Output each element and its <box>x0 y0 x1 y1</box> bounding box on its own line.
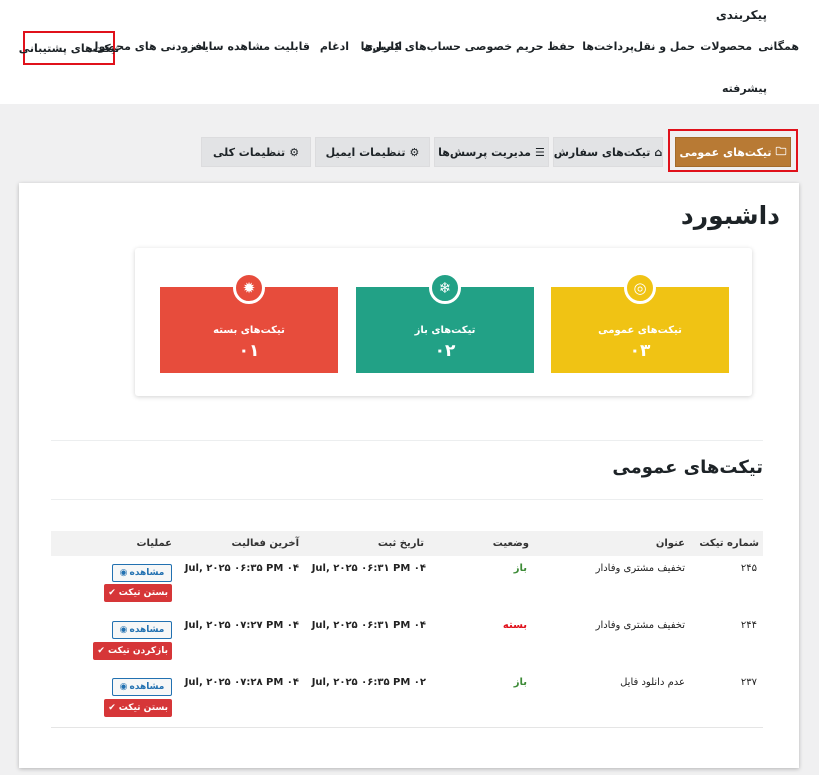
active-tab-highlight <box>668 129 798 172</box>
tickets-title: تیکت‌های عمومی <box>612 457 763 478</box>
eye-icon: ◉ <box>119 568 128 578</box>
last-activity: Jul, ۲۰۲۵ ۰۷:۲۸ PM ۰۴ <box>184 677 299 688</box>
dashboard-title: داشبورد <box>680 201 780 230</box>
status-badge: بسته <box>502 620 527 631</box>
tab-label: تنظیمات ایمیل <box>325 145 406 159</box>
status-badge: باز <box>513 677 527 688</box>
status-badge: باز <box>513 563 527 574</box>
stat-value: ۰۳ <box>629 341 651 361</box>
nav-products[interactable]: محصولات <box>700 40 752 53</box>
nav-emails[interactable]: ایمیل‌ها <box>361 40 402 53</box>
reopen-ticket-button[interactable]: بازکردن تیکت ✔ <box>93 642 172 660</box>
close-ticket-label: بستن تیکت <box>118 588 168 598</box>
tab-label: تنظیمات کلی <box>212 145 286 159</box>
stat-value: ۰۲ <box>434 341 456 361</box>
check-icon: ✔ <box>97 646 105 656</box>
basket-icon: ⌂ <box>654 145 663 159</box>
created-date: Jul, ۲۰۲۵ ۰۶:۳۱ PM ۰۴ <box>311 620 426 631</box>
nav-payments[interactable]: پرداخت‌ها <box>582 40 634 53</box>
view-button-label: مشاهده <box>129 682 165 692</box>
nav-integration[interactable]: ادغام <box>320 40 349 53</box>
reopen-ticket-label: بازکردن تیکت <box>107 646 168 656</box>
col-last-activity: آخرین فعالیت <box>231 538 299 549</box>
close-ticket-button[interactable]: بستن تیکت ✔ <box>104 584 172 602</box>
gears-icon: ⚙ <box>409 145 420 159</box>
view-button-label: مشاهده <box>129 625 165 635</box>
tab-label: مدیریت پرسش‌ها <box>438 145 531 159</box>
check-icon: ✔ <box>108 703 116 713</box>
view-button-label: مشاهده <box>129 568 165 578</box>
ticket-id: ۲۳۷ <box>740 677 757 688</box>
tab-label: تیکت‌های سفارش <box>553 145 651 159</box>
nav-support-tickets-label: تیکت‌های پشتیبانی <box>18 41 120 55</box>
tab-email-settings[interactable]: ⚙ تنظیمات ایمیل <box>315 137 430 167</box>
col-actions: عملیات <box>136 538 172 549</box>
nav-site-visibility[interactable]: قابلیت مشاهده سایت <box>193 40 310 53</box>
last-activity: Jul, ۲۰۲۵ ۰۶:۳۵ PM ۰۴ <box>184 563 299 574</box>
gears-icon: ⚙ <box>289 145 300 159</box>
ticket-subject[interactable]: تخفیف مشتری وفادار <box>596 563 685 574</box>
view-button[interactable]: مشاهده ◉ <box>112 678 172 696</box>
tab-manage-questions[interactable]: ☰ مدیریت پرسش‌ها <box>434 137 549 167</box>
tab-order-tickets[interactable]: ⌂ تیکت‌های سفارش <box>553 137 663 167</box>
nav-support-tickets[interactable]: تیکت‌های پشتیبانی <box>19 31 119 65</box>
eye-icon: ◉ <box>119 682 128 692</box>
col-subject: عنوان <box>655 538 685 549</box>
last-activity: Jul, ۲۰۲۵ ۰۷:۲۷ PM ۰۴ <box>184 620 299 631</box>
close-ticket-button[interactable]: بستن تیکت ✔ <box>104 699 172 717</box>
stat-label: تیکت‌های عمومی <box>598 325 682 336</box>
gear-icon: ✹ <box>233 272 265 304</box>
created-date: Jul, ۲۰۲۵ ۰۶:۳۵ PM ۰۲ <box>311 677 426 688</box>
ticket-subject[interactable]: عدم دانلود فایل <box>620 677 685 688</box>
eye-icon: ◉ <box>119 625 128 635</box>
col-created: تاریخ ثبت <box>377 538 424 549</box>
snowflake-icon: ❄ <box>429 272 461 304</box>
divider <box>51 499 763 500</box>
stat-value: ۰۱ <box>238 341 260 361</box>
divider <box>51 440 763 441</box>
stat-label: تیکت‌های بسته <box>213 325 285 336</box>
check-icon: ✔ <box>108 588 116 598</box>
ticket-id: ۲۴۵ <box>740 563 757 574</box>
page-title: پیکربندی <box>715 8 767 22</box>
nav-general[interactable]: همگانی <box>758 40 799 53</box>
view-button[interactable]: مشاهده ◉ <box>112 564 172 582</box>
view-button[interactable]: مشاهده ◉ <box>112 621 172 639</box>
close-ticket-label: بستن تیکت <box>118 703 168 713</box>
stat-label: تیکت‌های باز <box>414 325 476 336</box>
created-date: Jul, ۲۰۲۵ ۰۶:۳۱ PM ۰۴ <box>311 563 426 574</box>
list-icon: ☰ <box>534 145 545 159</box>
col-ticket-number: شماره تیکت <box>699 538 759 549</box>
ticket-subject[interactable]: تخفیف مشتری وفادار <box>596 620 685 631</box>
col-status: وضعیت <box>492 538 529 549</box>
target-icon: ◎ <box>624 272 656 304</box>
nav-advanced[interactable]: پیشرفته <box>722 82 767 95</box>
nav-shipping[interactable]: حمل و نقل <box>634 40 695 53</box>
tab-general-settings[interactable]: ⚙ تنظیمات کلی <box>201 137 311 167</box>
ticket-id: ۲۴۴ <box>740 620 757 631</box>
